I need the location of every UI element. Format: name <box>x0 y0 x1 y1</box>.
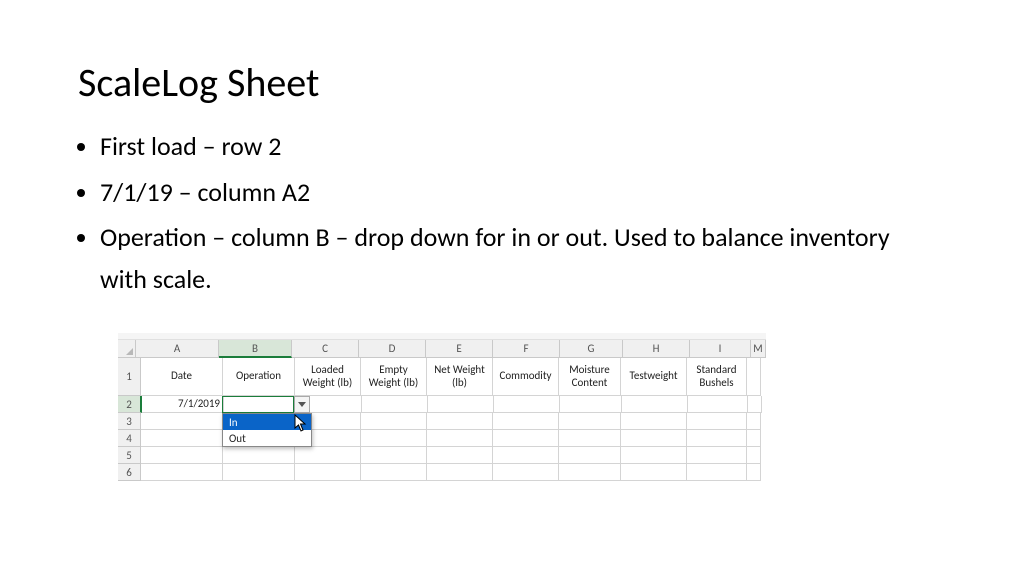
cell-a2[interactable]: 7/1/2019 <box>142 396 224 413</box>
cell[interactable] <box>687 413 747 430</box>
column-header-h[interactable]: H <box>623 340 690 358</box>
dropdown-option-in[interactable]: In <box>223 414 311 430</box>
bullet-list: First load – row 2 7/1/19 – column A2 Op… <box>78 126 898 304</box>
cell[interactable] <box>621 447 687 464</box>
header-commodity[interactable]: Commodity <box>493 358 559 396</box>
header-operation[interactable]: Operation <box>223 358 295 396</box>
dropdown-handle[interactable] <box>294 396 310 413</box>
cell[interactable] <box>427 464 493 481</box>
sheet-top-strip <box>118 333 766 340</box>
cell[interactable] <box>428 396 494 413</box>
column-header-b[interactable]: B <box>219 340 292 358</box>
row-header-1[interactable]: 1 <box>118 358 141 396</box>
column-header-row: A B C D E F G H I M <box>118 340 766 358</box>
cell[interactable] <box>560 396 622 413</box>
cell[interactable] <box>687 464 747 481</box>
cell[interactable] <box>361 430 427 447</box>
cell[interactable] <box>622 396 688 413</box>
cell[interactable] <box>559 464 621 481</box>
bullet-item: First load – row 2 <box>100 126 898 168</box>
cell[interactable] <box>295 464 361 481</box>
cell[interactable] <box>427 413 493 430</box>
column-header-d[interactable]: D <box>359 340 426 358</box>
cell[interactable] <box>559 430 621 447</box>
cell[interactable] <box>747 447 761 464</box>
bullet-item: Operation – column B – drop down for in … <box>100 217 898 300</box>
grid-area: 1 Date Operation Loaded Weight (lb) Empt… <box>118 358 766 481</box>
dropdown-option-out[interactable]: Out <box>223 430 311 446</box>
cell[interactable] <box>559 447 621 464</box>
table-row: 5 <box>118 447 766 464</box>
cell[interactable] <box>688 396 748 413</box>
column-header-i[interactable]: I <box>690 340 751 358</box>
column-header-a[interactable]: A <box>136 340 219 358</box>
cell[interactable] <box>361 464 427 481</box>
cell[interactable] <box>621 464 687 481</box>
cell[interactable] <box>141 464 223 481</box>
table-row: 2 7/1/2019 <box>118 396 766 413</box>
column-header-f[interactable]: F <box>493 340 560 358</box>
cell[interactable] <box>687 430 747 447</box>
cell[interactable] <box>223 447 295 464</box>
column-header-m[interactable]: M <box>751 340 766 358</box>
cell[interactable] <box>362 396 428 413</box>
row-header-5[interactable]: 5 <box>118 447 141 464</box>
row-header-6[interactable]: 6 <box>118 464 141 481</box>
header-bushels[interactable]: Standard Bushels <box>687 358 747 396</box>
cell[interactable] <box>493 430 559 447</box>
header-date[interactable]: Date <box>141 358 223 396</box>
cell[interactable] <box>747 430 761 447</box>
cell[interactable] <box>295 447 361 464</box>
table-row: 4 <box>118 430 766 447</box>
cell[interactable] <box>141 413 223 430</box>
column-header-g[interactable]: G <box>560 340 623 358</box>
cell[interactable] <box>621 413 687 430</box>
header-moisture[interactable]: Moisture Content <box>559 358 621 396</box>
cell[interactable] <box>559 413 621 430</box>
dropdown-list[interactable]: In Out <box>222 413 312 447</box>
cell[interactable] <box>427 430 493 447</box>
cell[interactable] <box>687 447 747 464</box>
cell[interactable] <box>493 413 559 430</box>
column-header-e[interactable]: E <box>426 340 493 358</box>
cell[interactable] <box>747 358 761 396</box>
bullet-item: 7/1/19 – column A2 <box>100 172 898 214</box>
cell[interactable] <box>493 447 559 464</box>
cell[interactable] <box>141 447 223 464</box>
header-testweight[interactable]: Testweight <box>621 358 687 396</box>
cell-b2[interactable] <box>224 396 296 413</box>
select-all-corner[interactable] <box>118 340 136 358</box>
table-row: 1 Date Operation Loaded Weight (lb) Empt… <box>118 358 766 396</box>
cell[interactable] <box>361 447 427 464</box>
header-net-weight[interactable]: Net Weight (lb) <box>427 358 493 396</box>
cell[interactable] <box>747 413 761 430</box>
cell[interactable] <box>621 430 687 447</box>
cell[interactable] <box>493 464 559 481</box>
row-header-4[interactable]: 4 <box>118 430 141 447</box>
table-row: 6 <box>118 464 766 481</box>
cell[interactable] <box>361 413 427 430</box>
cell[interactable] <box>748 396 762 413</box>
spreadsheet: A B C D E F G H I M 1 Date Operation Loa… <box>118 333 766 481</box>
cell[interactable] <box>427 447 493 464</box>
column-header-c[interactable]: C <box>292 340 359 358</box>
row-header-3[interactable]: 3 <box>118 413 141 430</box>
cell[interactable] <box>141 430 223 447</box>
header-loaded-weight[interactable]: Loaded Weight (lb) <box>295 358 361 396</box>
table-row: 3 <box>118 413 766 430</box>
cell[interactable] <box>223 464 295 481</box>
cell[interactable] <box>494 396 560 413</box>
cell[interactable] <box>747 464 761 481</box>
slide-title: ScaleLog Sheet <box>78 58 319 107</box>
row-header-2[interactable]: 2 <box>118 396 142 413</box>
header-empty-weight[interactable]: Empty Weight (lb) <box>361 358 427 396</box>
